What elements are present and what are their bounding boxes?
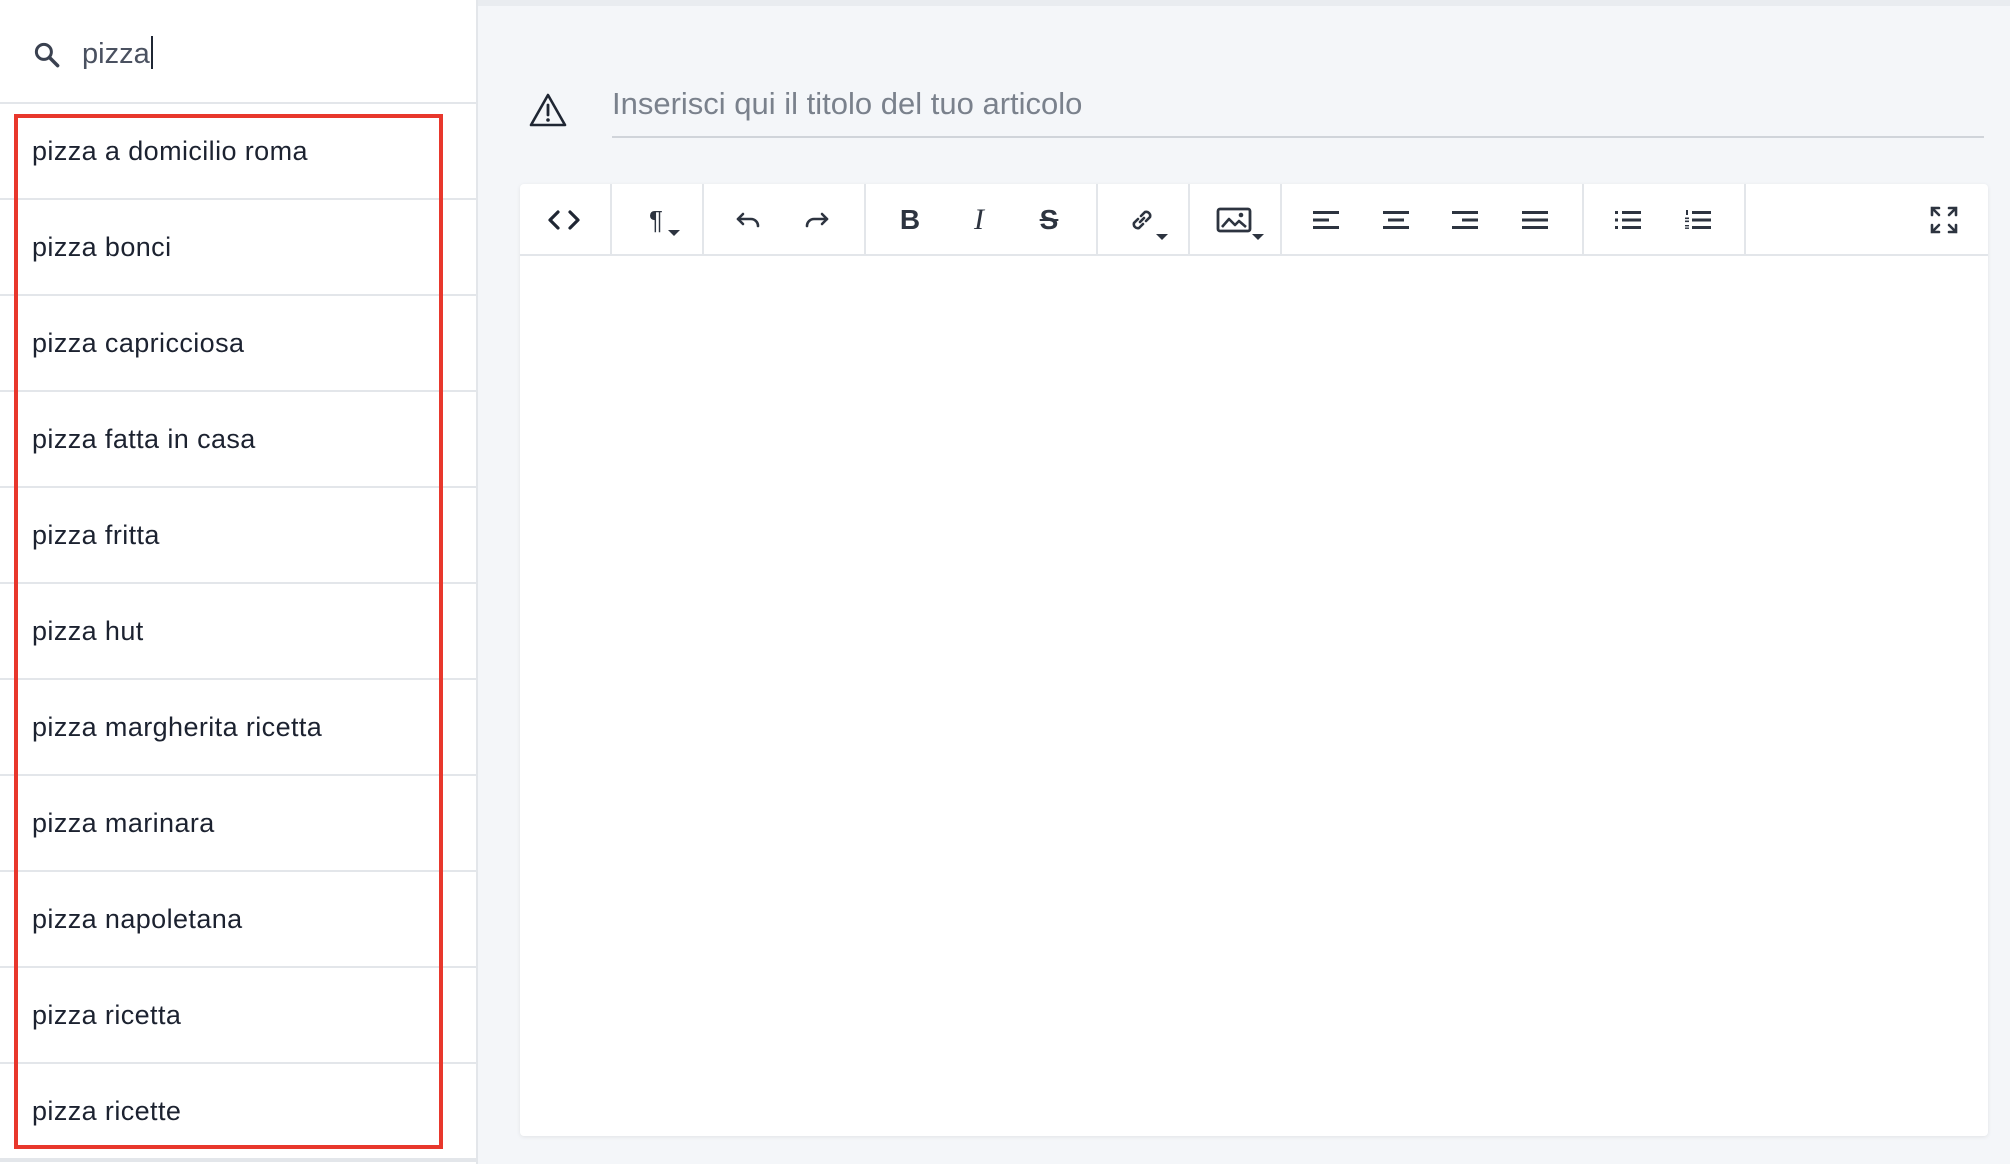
bold-button[interactable]: B (878, 184, 942, 256)
suggestion-label: pizza fatta in casa (32, 423, 256, 454)
toolbar-separator (1280, 184, 1282, 256)
suggestion-item[interactable]: pizza napoletana (0, 872, 476, 968)
editor-toolbar: ¶ B I S (520, 184, 1988, 256)
bold-label: B (899, 204, 921, 235)
suggestion-item[interactable]: pizza hut (0, 584, 476, 680)
undo-icon (736, 212, 760, 228)
search-icon (34, 42, 60, 68)
editor-content-area[interactable] (520, 258, 1988, 1136)
toolbar-separator (1744, 184, 1746, 256)
suggestion-label: pizza margherita ricetta (32, 711, 323, 742)
bullet-list-button[interactable] (1596, 184, 1660, 256)
toolbar-separator (702, 184, 704, 256)
toolbar-separator (1582, 184, 1584, 256)
suggestion-item[interactable]: pizza margherita ricetta (0, 680, 476, 776)
undo-button[interactable] (716, 184, 780, 256)
numbered-list-button[interactable] (1666, 184, 1730, 256)
search-input-value: pizza (82, 38, 150, 70)
suggestion-item[interactable]: pizza fritta (0, 488, 476, 584)
suggestion-item[interactable]: pizza a domicilio roma (0, 104, 476, 200)
code-view-icon (548, 210, 580, 230)
suggestion-item[interactable]: pizza ricetta (0, 968, 476, 1064)
italic-button[interactable]: I (947, 184, 1011, 256)
suggestion-label: pizza hut (32, 615, 144, 646)
align-right-icon (1452, 211, 1478, 229)
suggestion-label: pizza a domicilio roma (32, 135, 308, 166)
paragraph-format-label: ¶ (649, 205, 663, 235)
suggestion-label: pizza marinara (32, 807, 215, 838)
align-center-button[interactable] (1364, 184, 1428, 256)
align-center-icon (1383, 211, 1409, 229)
redo-button[interactable] (785, 184, 849, 256)
toolbar-separator (610, 184, 612, 256)
suggestion-item[interactable]: pizza capricciosa (0, 296, 476, 392)
strikethrough-button[interactable]: S (1017, 184, 1081, 256)
suggestion-item[interactable]: pizza bonci (0, 200, 476, 296)
align-justify-icon (1522, 211, 1548, 229)
warning-triangle-icon (529, 93, 567, 127)
keyword-sidebar: pizza pizza a domicilio roma pizza bonci p… (0, 0, 478, 1164)
align-justify-button[interactable] (1503, 184, 1567, 256)
suggestion-item[interactable]: pizza marinara (0, 776, 476, 872)
rich-text-editor: ¶ B I S (520, 184, 1988, 1136)
italic-label: I (974, 203, 984, 236)
align-left-button[interactable] (1294, 184, 1358, 256)
numbered-list-icon (1685, 210, 1711, 229)
fullscreen-icon (1930, 206, 1958, 234)
bullet-list-icon (1615, 211, 1641, 229)
paragraph-format-button[interactable]: ¶ (624, 184, 688, 256)
suggestion-label: pizza fritta (32, 519, 160, 550)
search-input[interactable]: pizza (82, 36, 153, 71)
suggestion-list: pizza a domicilio roma pizza bonci pizza c… (0, 104, 476, 1160)
suggestion-item[interactable]: pizza ricette (0, 1064, 476, 1160)
text-caret (150, 36, 153, 69)
app-root: pizza pizza a domicilio roma pizza bonci p… (0, 0, 2010, 1164)
fullscreen-button[interactable] (1912, 184, 1976, 256)
chevron-down-icon (668, 230, 680, 236)
insert-link-button[interactable] (1110, 184, 1174, 256)
align-left-icon (1313, 211, 1339, 229)
toolbar-separator (864, 184, 866, 256)
toolbar-separator (1188, 184, 1190, 256)
suggestion-label: pizza ricette (32, 1095, 182, 1126)
suggestion-label: pizza bonci (32, 231, 172, 262)
suggestion-item[interactable]: pizza fatta in casa (0, 392, 476, 488)
suggestion-label: pizza ricetta (32, 999, 182, 1030)
chevron-down-icon (1156, 234, 1168, 240)
redo-icon (805, 212, 829, 228)
top-divider (478, 0, 2010, 6)
link-icon (1132, 210, 1152, 230)
search-bar[interactable]: pizza (0, 0, 476, 104)
toolbar-separator (1096, 184, 1098, 256)
suggestion-label: pizza napoletana (32, 903, 243, 934)
align-right-button[interactable] (1433, 184, 1497, 256)
insert-image-button[interactable] (1202, 184, 1266, 256)
chevron-down-icon (1252, 234, 1264, 240)
strikethrough-label: S (1039, 204, 1059, 235)
code-view-button[interactable] (532, 184, 596, 256)
suggestion-label: pizza capricciosa (32, 327, 245, 358)
divider (0, 1160, 476, 1162)
article-title-input[interactable] (612, 82, 1984, 138)
image-icon (1216, 207, 1252, 233)
